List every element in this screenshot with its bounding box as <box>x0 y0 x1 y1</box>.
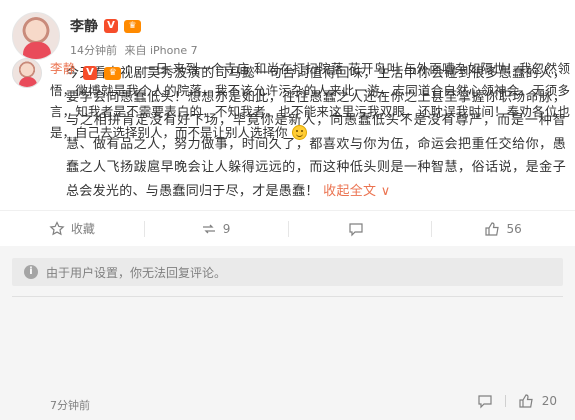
verified-icon: V <box>82 66 97 80</box>
collapse-fulltext-link[interactable]: 收起全文 ∨ <box>323 184 390 199</box>
comment-item: 李静 V ♛ ： 一日 来到一个寺庙 和尚在打扫院落 花开鸟叫 与外面嘈杂如隔世… <box>50 58 570 143</box>
comment-time: 7分钟前 <box>50 399 90 412</box>
comment-like-count: 20 <box>541 394 557 408</box>
notice-text: 由于用户设置，你无法回复评论。 <box>46 265 227 280</box>
commenter-avatar[interactable] <box>12 58 42 88</box>
post-time[interactable]: 14分钟前 <box>70 44 117 57</box>
author-name[interactable]: 李静 <box>70 16 98 36</box>
info-icon: i <box>24 265 38 279</box>
post-meta: 14分钟前 来自 iPhone 7 <box>70 42 202 58</box>
comment-actions: 20 <box>477 393 557 409</box>
divider <box>12 296 563 297</box>
post-action-bar: 收藏 9 56 <box>0 210 575 246</box>
separator <box>504 395 506 407</box>
repost-count: 9 <box>222 221 231 236</box>
post-source: 来自 iPhone 7 <box>124 44 198 57</box>
comment-colon: ： <box>125 61 139 76</box>
star-icon <box>49 220 65 235</box>
like-button[interactable]: 56 <box>431 211 575 246</box>
verified-icon: V <box>104 19 118 33</box>
like-count: 56 <box>506 221 522 236</box>
crown-icon: ♛ <box>124 19 141 33</box>
repost-button[interactable]: 9 <box>143 211 288 246</box>
smile-emoji-icon <box>291 125 307 140</box>
comment-icon <box>349 222 363 236</box>
collapse-label[interactable]: 收起全文 <box>323 184 376 199</box>
comment-button[interactable] <box>287 211 432 246</box>
favorite-button[interactable]: 收藏 <box>0 211 144 246</box>
favorite-label: 收藏 <box>70 222 95 236</box>
author-row: 李静 V ♛ <box>70 16 141 36</box>
repost-icon <box>202 224 215 233</box>
comment-reply-icon[interactable] <box>477 393 493 409</box>
reply-restriction-notice: i 由于用户设置，你无法回复评论。 <box>12 258 563 286</box>
like-icon[interactable] <box>518 393 534 409</box>
chevron-up-icon[interactable]: ∨ <box>381 184 391 199</box>
like-icon <box>485 221 500 236</box>
author-avatar[interactable] <box>12 12 60 60</box>
crown-icon: ♛ <box>104 67 122 80</box>
commenter-name[interactable]: 李静 <box>50 61 76 76</box>
